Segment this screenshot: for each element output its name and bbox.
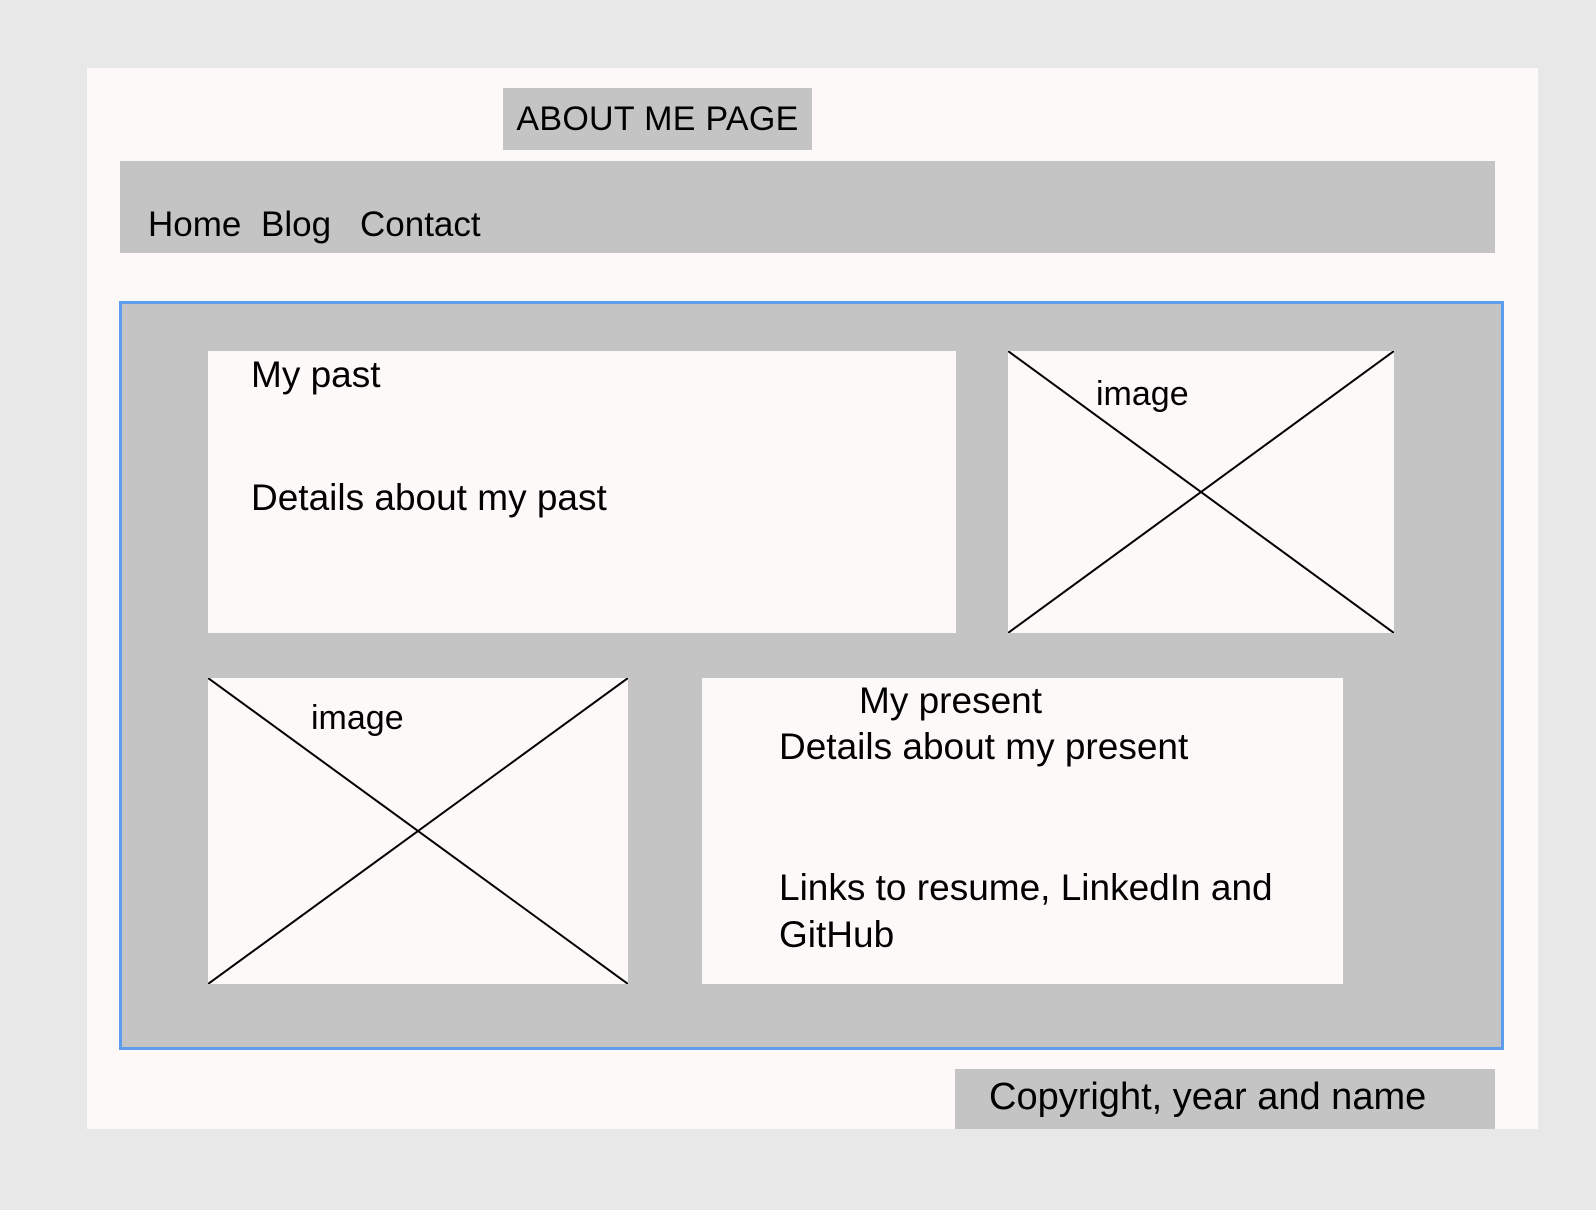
nav-item-contact[interactable]: Contact: [360, 205, 481, 245]
page-title: ABOUT ME PAGE: [503, 88, 812, 150]
present-section: My present Details about my present Link…: [702, 678, 1343, 984]
nav-item-blog[interactable]: Blog: [261, 205, 331, 245]
past-section: My past Details about my past: [208, 351, 956, 633]
footer-copyright: Copyright, year and name: [989, 1076, 1427, 1118]
footer: Copyright, year and name: [955, 1069, 1495, 1129]
present-links-line-2: GitHub: [779, 914, 895, 955]
present-details: Details about my present: [779, 726, 1189, 767]
nav-item-home[interactable]: Home: [148, 205, 241, 245]
present-heading: My present: [859, 680, 1043, 721]
main-content: My past Details about my past image imag…: [119, 301, 1504, 1050]
past-heading: My past: [251, 354, 381, 395]
past-details: Details about my past: [251, 477, 607, 518]
present-image-label: image: [311, 699, 404, 737]
past-image-label: image: [1096, 375, 1189, 413]
image-placeholder-icon: [208, 678, 628, 984]
page-title-text: ABOUT ME PAGE: [516, 99, 799, 138]
present-links-line-1: Links to resume, LinkedIn and: [779, 867, 1273, 908]
nav-bar: Home Blog Contact: [120, 161, 1495, 253]
present-image-placeholder: image: [208, 678, 628, 984]
image-placeholder-icon: [1008, 351, 1394, 633]
past-image-placeholder: image: [1008, 351, 1394, 633]
